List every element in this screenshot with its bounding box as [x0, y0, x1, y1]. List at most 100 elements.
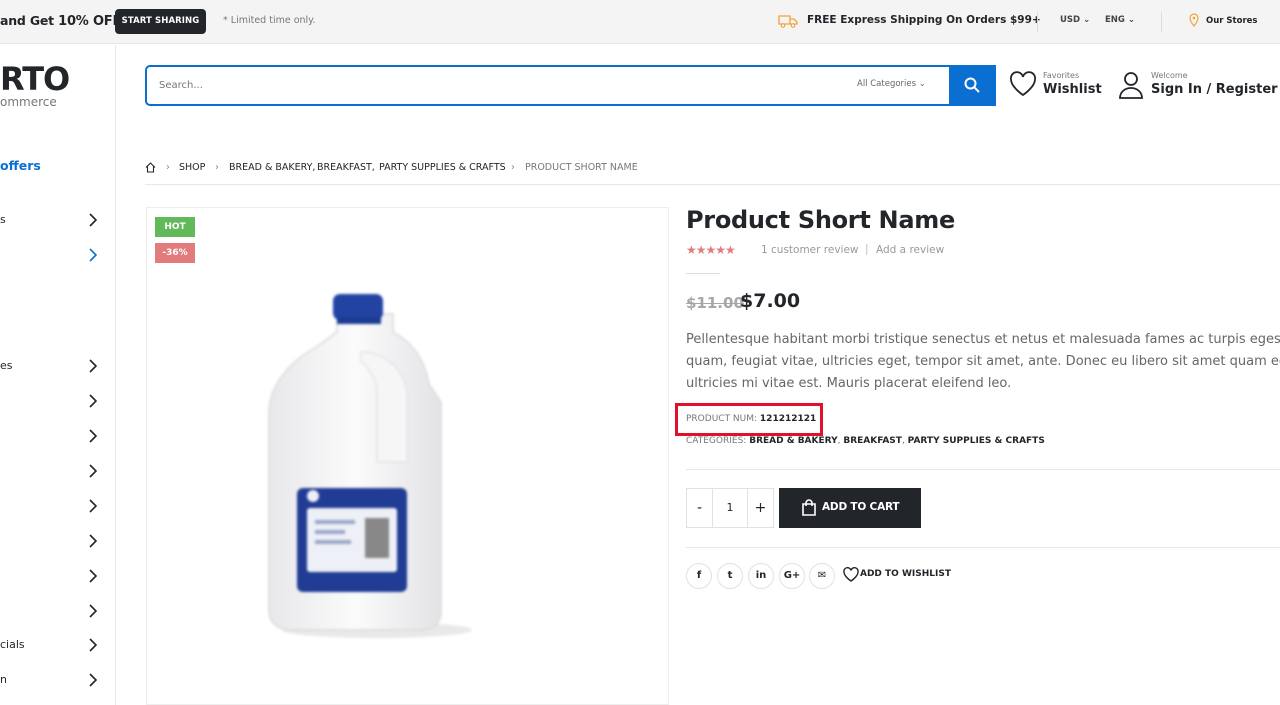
sidebar-item-label: n — [0, 673, 7, 686]
chevron-right-icon — [89, 464, 97, 478]
sidebar-item[interactable] — [0, 245, 100, 265]
product-number: PRODUCT NUM: 121212121 — [686, 414, 816, 424]
shipping-notice: FREE Express Shipping On Orders $99+ — [807, 14, 1041, 26]
breadcrumb-separator: › — [511, 162, 515, 173]
shopping-bag-icon — [802, 499, 816, 516]
rating-stars-icon: ★★★★★ — [686, 243, 736, 257]
breadcrumb-item[interactable]: PARTY SUPPLIES & CRAFTS — [379, 162, 506, 173]
divider — [686, 273, 720, 274]
promo-prefix: and Get — [0, 13, 59, 28]
sidebar-item[interactable] — [0, 391, 100, 411]
email-icon[interactable]: ✉ — [809, 563, 835, 589]
top-bar: and Get 10% OFF START SHARING * Limited … — [0, 0, 1280, 44]
category-select[interactable]: All Categories ⌄ — [857, 79, 926, 89]
breadcrumb-separator: › — [215, 162, 219, 173]
header: All Categories ⌄ Favorites Wishlist Welc… — [116, 45, 1280, 129]
product-num-value: 121212121 — [759, 414, 817, 424]
sidebar-item[interactable] — [0, 601, 100, 621]
price: $7.00 — [740, 290, 801, 312]
promo-highlight: 10% OFF — [58, 14, 122, 29]
sidebar-item[interactable] — [0, 566, 100, 586]
old-price: $11.00 — [686, 294, 744, 312]
logo-subtitle: ommerce — [0, 95, 57, 109]
chevron-right-icon — [89, 534, 97, 548]
heart-icon[interactable] — [843, 567, 859, 582]
breadcrumb-item[interactable]: SHOP — [179, 162, 205, 173]
sidebar-item-label: es — [0, 359, 13, 372]
currency-label: USD — [1060, 15, 1081, 25]
search-bar: All Categories ⌄ — [145, 65, 996, 106]
category-link[interactable]: BREAKFAST — [843, 436, 902, 446]
sidebar-item[interactable]: n — [0, 670, 100, 690]
description-line: ultricies mi vitae est. Mauris placerat … — [686, 376, 1012, 391]
category-link[interactable]: PARTY SUPPLIES & CRAFTS — [908, 436, 1045, 446]
facebook-icon[interactable]: f — [686, 563, 712, 589]
twitter-icon[interactable]: t — [717, 563, 743, 589]
sidebar-item[interactable] — [0, 426, 100, 446]
heart-icon[interactable] — [1009, 71, 1037, 97]
sidebar-item[interactable]: s — [0, 210, 100, 230]
start-sharing-button[interactable]: START SHARING — [115, 9, 206, 34]
user-icon[interactable] — [1118, 71, 1144, 99]
sidebar-item[interactable]: cials — [0, 635, 100, 655]
product-title: Product Short Name — [686, 206, 955, 234]
sidebar-offers-link[interactable]: offers — [0, 158, 41, 173]
limited-time-note: * Limited time only. — [223, 15, 316, 26]
product-gallery[interactable]: HOT -36% — [146, 207, 669, 705]
breadcrumb-item[interactable]: BREAD & BAKERY, — [229, 162, 315, 173]
chevron-right-icon — [89, 569, 97, 583]
breadcrumb-current: PRODUCT SHORT NAME — [525, 162, 638, 173]
add-review-link[interactable]: Add a review — [876, 244, 944, 256]
divider — [1037, 12, 1038, 32]
chevron-down-icon: ⌄ — [1127, 15, 1135, 25]
chevron-right-icon — [89, 604, 97, 618]
currency-dropdown[interactable]: USD ⌄ — [1060, 15, 1090, 25]
categories-label: CATEGORIES: — [686, 436, 747, 446]
sidebar-item[interactable] — [0, 531, 100, 551]
sidebar-item-label: cials — [0, 638, 25, 651]
divider — [686, 469, 1280, 470]
sidebar-item[interactable] — [0, 461, 100, 481]
divider — [1161, 12, 1162, 32]
search-icon — [964, 77, 980, 93]
chevron-right-icon — [89, 673, 97, 687]
sidebar-item[interactable] — [0, 496, 100, 516]
our-stores-link[interactable]: Our Stores — [1206, 16, 1257, 26]
review-count-link[interactable]: 1 customer review — [761, 244, 859, 256]
truck-icon — [778, 15, 798, 28]
divider — [686, 547, 1280, 548]
breadcrumb-item[interactable]: BREAKFAST, — [317, 162, 375, 173]
add-to-cart-label: ADD TO CART — [822, 501, 900, 513]
chevron-down-icon: ⌄ — [918, 79, 926, 89]
search-input[interactable] — [159, 75, 799, 95]
quantity-input[interactable]: 1 — [713, 489, 747, 527]
product-num-label: PRODUCT NUM: — [686, 414, 758, 424]
google-plus-icon[interactable]: G+ — [779, 563, 805, 589]
quantity-increase-button[interactable]: + — [747, 489, 773, 527]
search-button[interactable] — [949, 65, 996, 106]
language-dropdown[interactable]: ENG ⌄ — [1105, 15, 1135, 25]
product-categories: CATEGORIES: BREAD & BAKERY, BREAKFAST, P… — [686, 436, 1045, 446]
quantity-stepper: - 1 + — [686, 488, 774, 528]
add-to-wishlist-link[interactable]: ADD TO WISHLIST — [860, 569, 951, 579]
chevron-right-icon — [89, 394, 97, 408]
discount-badge: -36% — [155, 243, 195, 263]
linkedin-icon[interactable]: in — [748, 563, 774, 589]
logo[interactable]: RTO — [0, 60, 70, 98]
home-icon[interactable] — [145, 162, 156, 173]
chevron-right-icon — [89, 248, 97, 262]
quantity-decrease-button[interactable]: - — [687, 489, 713, 527]
divider — [145, 184, 1280, 185]
add-to-cart-button[interactable]: ADD TO CART — [779, 488, 921, 528]
language-label: ENG — [1105, 15, 1125, 25]
promo-text: and Get 10% OFF — [0, 13, 121, 29]
chevron-right-icon — [89, 429, 97, 443]
sign-in-register-link[interactable]: Sign In / Register — [1151, 82, 1278, 97]
category-link[interactable]: BREAD & BAKERY — [749, 436, 837, 446]
sidebar-item[interactable]: es — [0, 356, 100, 376]
wishlist-link[interactable]: Wishlist — [1043, 82, 1102, 97]
chevron-right-icon — [89, 359, 97, 373]
chevron-down-icon: ⌄ — [1083, 15, 1091, 25]
chevron-right-icon — [89, 213, 97, 227]
chevron-right-icon — [89, 499, 97, 513]
